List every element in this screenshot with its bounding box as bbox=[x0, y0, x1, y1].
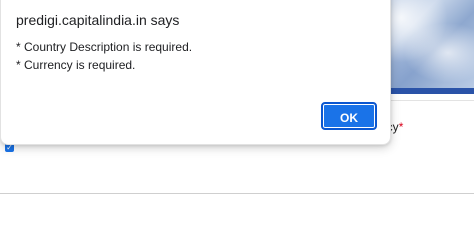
dialog-message: * Currency is required. bbox=[16, 58, 136, 72]
dialog-message: * Country Description is required. bbox=[16, 40, 193, 54]
alert-dialog: predigi.capitalindia.in says * Country D… bbox=[0, 0, 391, 145]
ok-button[interactable]: OK bbox=[321, 102, 377, 130]
divider bbox=[0, 193, 474, 194]
dialog-title: predigi.capitalindia.in says bbox=[16, 12, 180, 28]
required-marker: * bbox=[398, 120, 404, 134]
page: ncy* ✓ predigi.capitalindia.in says * Co… bbox=[0, 0, 474, 240]
